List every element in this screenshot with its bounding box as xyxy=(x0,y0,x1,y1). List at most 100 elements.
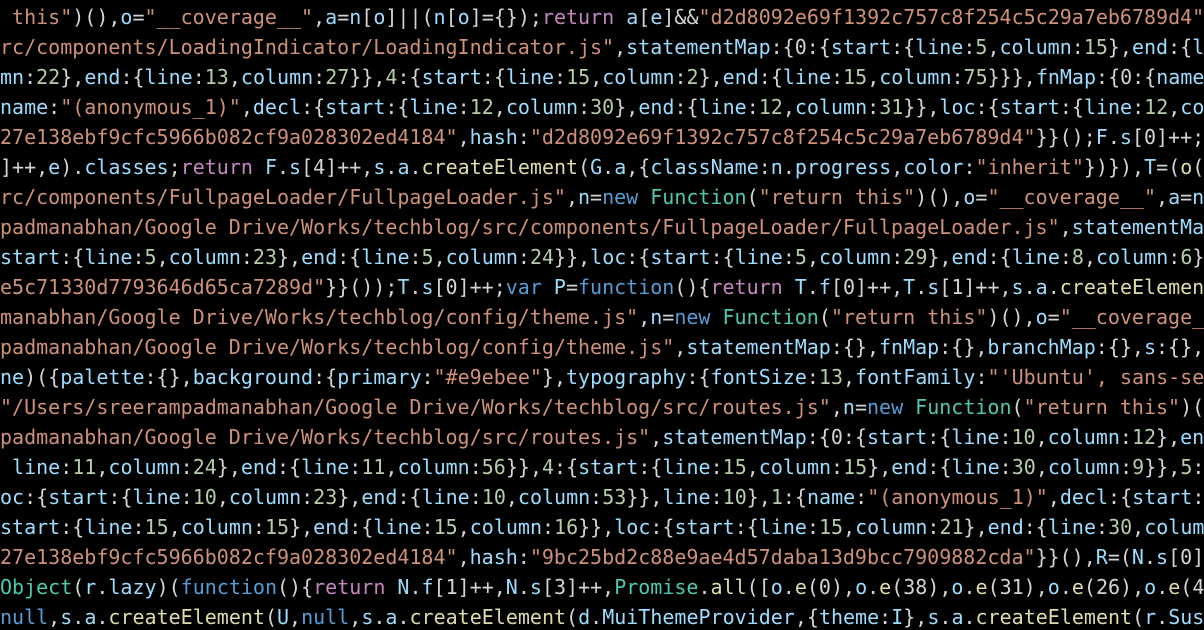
code-token: padmanabhan/Google Drive/Works/techblog/… xyxy=(0,215,1060,239)
code-token: : xyxy=(891,245,904,269)
code-token: o xyxy=(963,185,976,209)
code-token: : xyxy=(975,365,988,389)
code-token: classes xyxy=(84,155,169,179)
code-token: n xyxy=(650,305,663,329)
code-token: end xyxy=(301,245,338,269)
code-token: null xyxy=(0,605,49,629)
code-token: 5 xyxy=(1180,455,1193,479)
code-token: MuiThemeProvider xyxy=(602,605,795,629)
code-token: )({ xyxy=(24,365,61,389)
code-token: , xyxy=(1035,455,1048,479)
code-token: start xyxy=(830,35,892,59)
code-token: (){ xyxy=(674,275,711,299)
code-token: name xyxy=(0,95,49,119)
code-token: }}()); xyxy=(325,275,398,299)
code-token: line xyxy=(698,95,747,119)
code-token: : xyxy=(1132,95,1145,119)
code-token: 27e138ebf9cfc5966b082cf9a028302ed4184" xyxy=(0,125,458,149)
code-token: : xyxy=(541,515,555,539)
code-token: 2 xyxy=(686,65,699,89)
code-line: padmanabhan/Google Drive/Works/techblog/… xyxy=(0,332,1204,362)
code-token: (0), xyxy=(806,575,856,599)
code-token: ( xyxy=(1011,395,1024,419)
code-token: new xyxy=(866,395,916,419)
code-token: o xyxy=(1047,575,1060,599)
code-token: o xyxy=(855,575,868,599)
code-token: )(), xyxy=(72,5,121,29)
code-token: = xyxy=(975,185,988,209)
code-token: column xyxy=(1144,515,1204,539)
code-token: 5 xyxy=(975,35,988,59)
code-token: line xyxy=(301,455,350,479)
code-token: ]||( xyxy=(385,5,434,29)
code-token: Object xyxy=(0,575,73,599)
code-line: e5c71330d7793646d65ca7289d"}}());T.s[0]+… xyxy=(0,272,1204,302)
code-token: 4 xyxy=(541,455,555,479)
code-token: s xyxy=(529,575,542,599)
code-token: new xyxy=(602,185,651,209)
code-token: . xyxy=(782,155,795,179)
code-token: line xyxy=(132,485,181,509)
code-token: decl xyxy=(252,95,302,119)
code-token: column xyxy=(999,35,1072,59)
code-token: :{ xyxy=(1023,515,1048,539)
code-token: : xyxy=(782,245,795,269)
code-token: s xyxy=(289,155,302,179)
code-token: Suspense xyxy=(1168,605,1204,629)
code-token: = xyxy=(662,305,675,329)
code-token: column xyxy=(469,515,542,539)
code-token: 12 xyxy=(758,95,783,119)
code-token: (38), xyxy=(891,575,952,599)
code-token: :{}, xyxy=(830,335,880,359)
code-token: 24 xyxy=(192,455,217,479)
code-token: [ xyxy=(445,5,458,29)
code-token: , xyxy=(156,245,169,269)
code-token: :{}, xyxy=(1095,335,1144,359)
code-token: : xyxy=(517,245,530,269)
code-token: 10 xyxy=(481,485,506,509)
code-token: :{ xyxy=(891,35,916,59)
code-token: [0]++; xyxy=(433,275,506,299)
code-token: ( xyxy=(818,305,831,329)
code-token: , xyxy=(565,185,578,209)
code-token: = xyxy=(337,5,350,29)
code-token: :{ xyxy=(120,65,145,89)
code-token: )(), xyxy=(915,185,964,209)
code-token: }}, xyxy=(903,95,940,119)
code-token: :{ xyxy=(1192,485,1204,509)
code-token: 15 xyxy=(722,455,747,479)
code-token: line xyxy=(84,515,133,539)
code-token: end xyxy=(722,65,759,89)
code-token: : xyxy=(192,65,205,89)
code-token: a xyxy=(626,5,639,29)
code-token: :{ xyxy=(758,65,783,89)
code-token: : xyxy=(469,455,482,479)
code-token: , xyxy=(1035,425,1048,449)
code-token: , xyxy=(650,425,663,449)
code-token: line xyxy=(951,425,1000,449)
code-token: padmanabhan/Google Drive/Works/techblog/… xyxy=(0,335,675,359)
code-token: o xyxy=(1035,305,1048,329)
code-token: column xyxy=(794,95,868,119)
code-token: )(), xyxy=(987,305,1036,329)
code-token: r xyxy=(84,575,97,599)
code-token: , xyxy=(385,455,398,479)
code-token: line xyxy=(1192,35,1204,59)
code-token: start xyxy=(674,515,735,539)
code-token: 30 xyxy=(1108,515,1133,539)
code-token: }, xyxy=(60,65,85,89)
code-line: "/Users/sreerampadmanabhan/Google Drive/… xyxy=(0,392,1204,422)
code-token: line xyxy=(1011,245,1060,269)
code-token: : xyxy=(951,65,964,89)
code-token: column xyxy=(819,245,892,269)
code-token: }, xyxy=(698,65,723,89)
code-token: ( xyxy=(578,155,591,179)
code-token: statementMap xyxy=(626,35,771,59)
code-token: start xyxy=(421,65,482,89)
code-token: =( xyxy=(1156,155,1181,179)
code-token: theme xyxy=(818,605,880,629)
code-token: function xyxy=(578,275,675,299)
code-token: :{ xyxy=(626,245,651,269)
code-token: : xyxy=(855,485,868,509)
code-token: column xyxy=(445,245,518,269)
